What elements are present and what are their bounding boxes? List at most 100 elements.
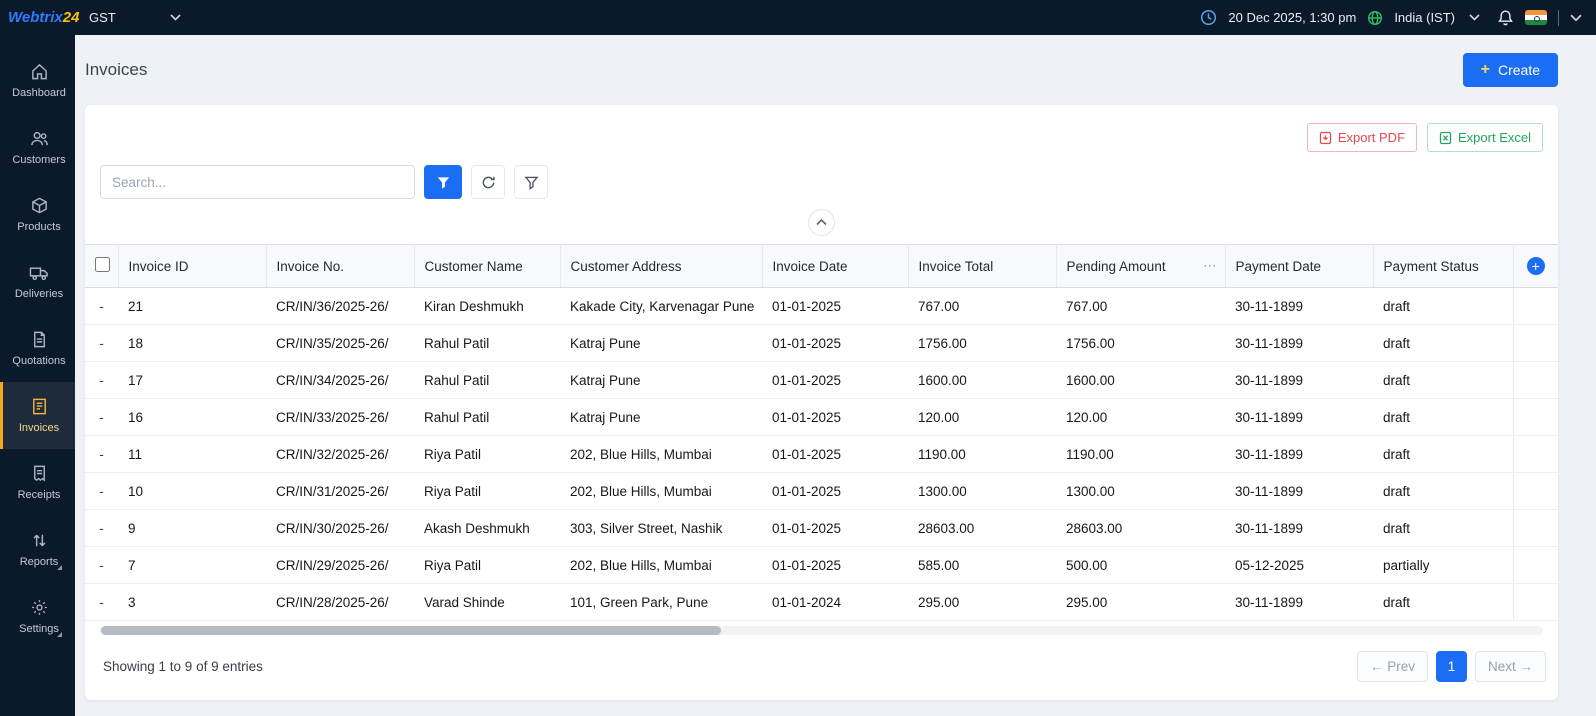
sidebar-item-settings[interactable]: Settings <box>0 583 75 650</box>
sidebar-item-deliveries[interactable]: Deliveries <box>0 248 75 315</box>
cell: 767.00 <box>1056 288 1225 325</box>
sidebar-item-label: Products <box>17 221 60 233</box>
column-header-label: Invoice Total <box>919 259 994 274</box>
logo-text-24: 24 <box>63 9 80 26</box>
cell: Riya Patil <box>414 547 560 584</box>
column-header-invoice-date[interactable]: Invoice Date <box>762 245 908 288</box>
cell: Akash Deshmukh <box>414 510 560 547</box>
column-menu-dots[interactable]: ⋯ <box>1203 258 1218 274</box>
row-expand-cell[interactable]: - <box>85 584 118 621</box>
add-column-button[interactable]: + <box>1527 257 1545 275</box>
table-row[interactable]: -3CR/IN/28/2025-26/Varad Shinde101, Gree… <box>85 584 1558 621</box>
export-pdf-button[interactable]: Export PDF <box>1307 123 1417 152</box>
column-header-invoice-total[interactable]: Invoice Total <box>908 245 1056 288</box>
page-number-button[interactable]: 1 <box>1436 651 1467 682</box>
pagination: ← Prev 1 Next → <box>1357 651 1546 682</box>
cell: 10 <box>118 473 266 510</box>
app-logo[interactable]: Webtrix24 <box>0 9 75 26</box>
cell: 295.00 <box>1056 584 1225 621</box>
timezone-selector[interactable]: India (IST) <box>1394 10 1480 25</box>
column-header-invoice-no[interactable]: Invoice No. <box>266 245 414 288</box>
next-page-button[interactable]: Next → <box>1475 651 1546 682</box>
table-row[interactable]: -10CR/IN/31/2025-26/Riya Patil202, Blue … <box>85 473 1558 510</box>
create-button[interactable]: + Create <box>1463 53 1558 87</box>
table-row[interactable]: -17CR/IN/34/2025-26/Rahul PatilKatraj Pu… <box>85 362 1558 399</box>
export-excel-button[interactable]: Export Excel <box>1427 123 1543 152</box>
sidebar-item-label: Quotations <box>12 355 65 367</box>
clear-filter-button[interactable] <box>514 165 548 199</box>
cell: 1300.00 <box>1056 473 1225 510</box>
user-menu-chevron-icon[interactable] <box>1570 14 1582 22</box>
logo-text-webtrix: Webtrix <box>8 9 63 26</box>
cell: 1190.00 <box>1056 436 1225 473</box>
row-expand-cell[interactable]: - <box>85 325 118 362</box>
cell: 295.00 <box>908 584 1056 621</box>
column-header-label: Customer Name <box>425 259 523 274</box>
collapse-panel-button[interactable] <box>808 209 835 236</box>
add-column-cell: + <box>1513 245 1558 288</box>
column-header-customer-address[interactable]: Customer Address <box>560 245 762 288</box>
cell: 202, Blue Hills, Mumbai <box>560 547 762 584</box>
table-row[interactable]: -9CR/IN/30/2025-26/Akash Deshmukh303, Si… <box>85 510 1558 547</box>
sidebar-item-reports[interactable]: Reports <box>0 516 75 583</box>
table-row[interactable]: -11CR/IN/32/2025-26/Riya Patil202, Blue … <box>85 436 1558 473</box>
table-row[interactable]: -18CR/IN/35/2025-26/Rahul PatilKatraj Pu… <box>85 325 1558 362</box>
cell: 1190.00 <box>908 436 1056 473</box>
table-row[interactable]: -21CR/IN/36/2025-26/Kiran DeshmukhKakade… <box>85 288 1558 325</box>
select-all-checkbox[interactable] <box>95 257 110 272</box>
column-header-pending-amount[interactable]: Pending Amount⋯ <box>1056 245 1225 288</box>
table-row[interactable]: -16CR/IN/33/2025-26/Rahul PatilKatraj Pu… <box>85 399 1558 436</box>
cell: Kiran Deshmukh <box>414 288 560 325</box>
row-expand-cell[interactable]: - <box>85 288 118 325</box>
india-flag-icon[interactable] <box>1525 10 1547 25</box>
column-header-invoice-id[interactable]: Invoice ID <box>118 245 266 288</box>
box-icon <box>30 196 49 215</box>
submenu-caret-icon <box>57 632 62 637</box>
cell: 30-11-1899 <box>1225 325 1373 362</box>
cell: 11 <box>118 436 266 473</box>
filter-button[interactable] <box>424 165 462 199</box>
entries-summary: Showing 1 to 9 of 9 entries <box>103 659 263 674</box>
cell: 30-11-1899 <box>1225 399 1373 436</box>
row-expand-cell[interactable]: - <box>85 399 118 436</box>
cell: 05-12-2025 <box>1225 547 1373 584</box>
prev-page-button[interactable]: ← Prev <box>1357 651 1428 682</box>
horizontal-scrollbar[interactable] <box>100 626 1543 635</box>
sidebar-item-products[interactable]: Products <box>0 181 75 248</box>
cell: 28603.00 <box>1056 510 1225 547</box>
cell: CR/IN/33/2025-26/ <box>266 399 414 436</box>
row-spacer-cell <box>1513 362 1558 399</box>
sidebar-item-customers[interactable]: Customers <box>0 114 75 181</box>
cell: draft <box>1373 288 1513 325</box>
refresh-button[interactable] <box>471 165 505 199</box>
row-expand-cell[interactable]: - <box>85 473 118 510</box>
row-expand-cell[interactable]: - <box>85 436 118 473</box>
refresh-icon <box>481 175 496 190</box>
table-row[interactable]: -7CR/IN/29/2025-26/Riya Patil202, Blue H… <box>85 547 1558 584</box>
chevron-up-icon <box>816 219 827 226</box>
cell: 1600.00 <box>908 362 1056 399</box>
column-header-payment-status[interactable]: Payment Status <box>1373 245 1513 288</box>
invoices-card: Export PDF Export Excel <box>85 105 1558 700</box>
column-header-payment-date[interactable]: Payment Date <box>1225 245 1373 288</box>
cell: Rahul Patil <box>414 362 560 399</box>
bell-icon[interactable] <box>1497 9 1514 27</box>
row-expand-cell[interactable]: - <box>85 547 118 584</box>
org-selector[interactable]: GST <box>89 10 181 25</box>
select-all-cell <box>85 245 118 288</box>
cell: 21 <box>118 288 266 325</box>
row-expand-cell[interactable]: - <box>85 362 118 399</box>
cell: 202, Blue Hills, Mumbai <box>560 473 762 510</box>
search-input[interactable] <box>100 165 415 199</box>
row-expand-cell[interactable]: - <box>85 510 118 547</box>
cell: 30-11-1899 <box>1225 510 1373 547</box>
sidebar-item-receipts[interactable]: Receipts <box>0 449 75 516</box>
column-header-customer-name[interactable]: Customer Name <box>414 245 560 288</box>
cell: 30-11-1899 <box>1225 436 1373 473</box>
sidebar-item-label: Invoices <box>19 422 59 434</box>
scrollbar-thumb[interactable] <box>101 626 721 635</box>
sidebar-item-dashboard[interactable]: Dashboard <box>0 47 75 114</box>
sidebar-item-invoices[interactable]: Invoices <box>0 382 75 449</box>
cell: draft <box>1373 399 1513 436</box>
sidebar-item-quotations[interactable]: Quotations <box>0 315 75 382</box>
